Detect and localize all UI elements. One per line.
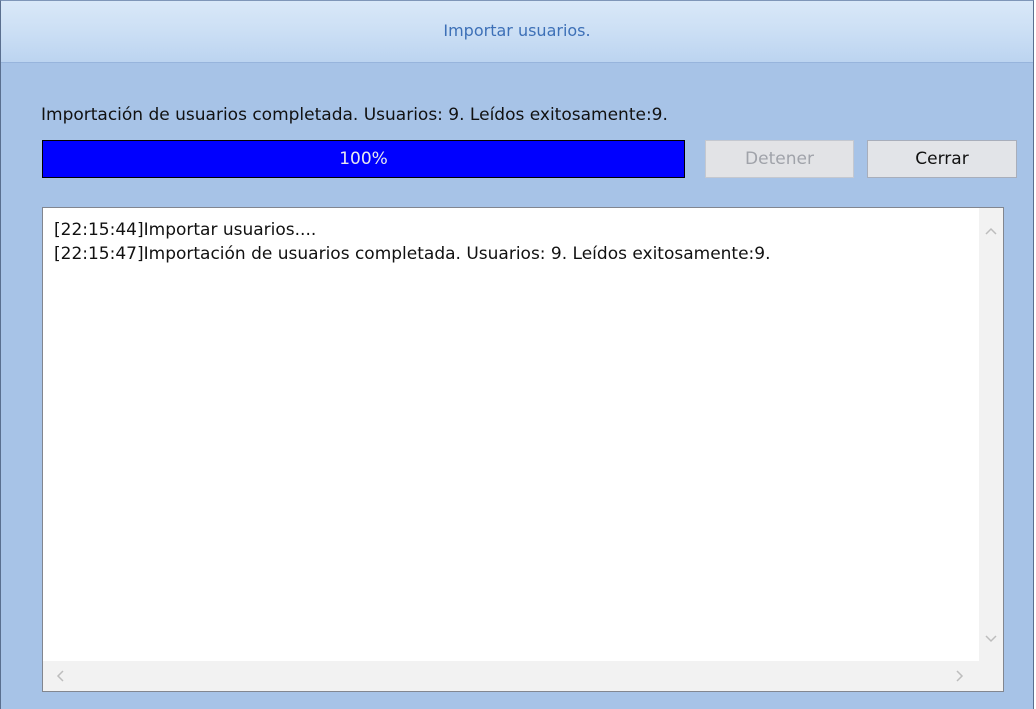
status-message: Importación de usuarios completada. Usua…: [41, 105, 668, 125]
log-line: [22:15:44]Importar usuarios....: [54, 220, 317, 240]
chevron-left-icon[interactable]: [51, 666, 71, 686]
progress-label: 100%: [339, 149, 388, 169]
horizontal-scrollbar[interactable]: [43, 661, 979, 691]
window-title: Importar usuarios.: [443, 21, 591, 40]
chevron-up-icon[interactable]: [981, 221, 1001, 241]
vertical-scrollbar[interactable]: [979, 208, 1003, 660]
log-lines: [22:15:44]Importar usuarios.... [22:15:4…: [54, 218, 771, 266]
stop-button[interactable]: Detener: [705, 140, 854, 178]
progress-bar: 100%: [42, 140, 685, 178]
scrollbar-corner: [979, 660, 1003, 691]
log-line: [22:15:47]Importación de usuarios comple…: [54, 244, 771, 264]
title-bar[interactable]: Importar usuarios.: [1, 1, 1033, 63]
chevron-right-icon[interactable]: [949, 666, 969, 686]
close-button[interactable]: Cerrar: [867, 140, 1017, 178]
log-textbox[interactable]: [22:15:44]Importar usuarios.... [22:15:4…: [42, 207, 1004, 692]
import-users-dialog: Importar usuarios. Importación de usuari…: [0, 0, 1034, 709]
chevron-down-icon[interactable]: [981, 628, 1001, 648]
